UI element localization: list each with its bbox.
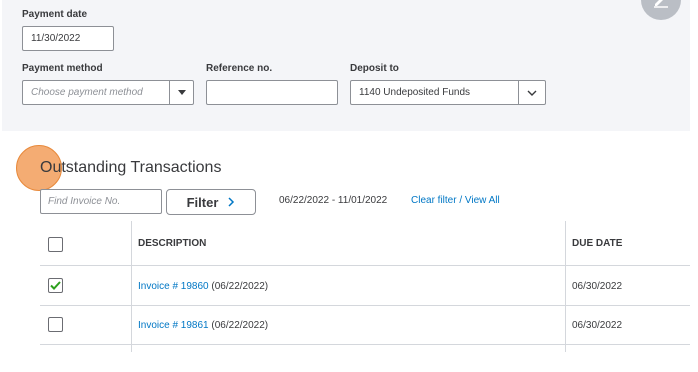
invoice-link[interactable]: Invoice # 19860: [138, 281, 209, 292]
payment-header-panel: [2, 0, 690, 131]
payment-method-dropdown-button[interactable]: [169, 81, 193, 104]
filter-button-label: Filter: [186, 194, 219, 210]
row-description: Invoice # 19861 (06/22/2022): [138, 306, 268, 345]
row-checkbox-checked[interactable]: [48, 278, 63, 293]
table-row: Invoice # 19860 (06/22/2022) 06/30/2022: [40, 266, 690, 306]
caret-down-icon: [177, 90, 186, 95]
payment-date-input[interactable]: 11/30/2022: [22, 26, 114, 51]
payment-date-label: Payment date: [22, 9, 88, 20]
select-all-checkbox[interactable]: [48, 237, 63, 252]
chevron-right-icon: [228, 197, 235, 207]
deposit-to-select[interactable]: 1140 Undeposited Funds: [350, 80, 546, 105]
row-checkbox[interactable]: [48, 317, 63, 332]
invoice-link[interactable]: Invoice # 19861: [138, 320, 209, 331]
find-invoice-placeholder: Find Invoice No.: [48, 196, 121, 207]
payment-method-placeholder: Choose payment method: [31, 87, 143, 98]
deposit-to-label: Deposit to: [350, 63, 399, 74]
payment-method-select[interactable]: Choose payment method: [22, 80, 194, 105]
row-due-date: 06/30/2022: [572, 280, 623, 292]
payment-date-value: 11/30/2022: [31, 33, 81, 44]
page-bottom-fade: [0, 352, 698, 372]
date-range-text: 06/22/2022 - 11/01/2022: [279, 195, 388, 206]
payment-method-label: Payment method: [22, 63, 103, 74]
due-date-header[interactable]: DUE DATE: [572, 221, 622, 266]
invoice-date: (06/22/2022): [208, 280, 269, 292]
row-description: Invoice # 19860 (06/22/2022): [138, 266, 268, 306]
filter-button[interactable]: Filter: [166, 189, 256, 215]
deposit-to-dropdown-button[interactable]: [518, 81, 545, 104]
reference-no-label: Reference no.: [206, 63, 273, 74]
checkmark-icon: [50, 281, 61, 290]
outstanding-transactions-title: Outstanding Transactions: [40, 159, 222, 176]
deposit-to-value: 1140 Undeposited Funds: [359, 87, 471, 98]
outstanding-transactions-table: DESCRIPTION DUE DATE Invoice # 19860 (06…: [40, 221, 690, 372]
find-invoice-input[interactable]: Find Invoice No.: [40, 189, 162, 214]
reference-no-input[interactable]: [206, 80, 338, 105]
row-due-date: 06/30/2022: [572, 320, 623, 331]
invoice-date: (06/22/2022): [208, 320, 269, 331]
table-row: Invoice # 19861 (06/22/2022) 06/30/2022: [40, 306, 690, 345]
clear-filter-link[interactable]: Clear filter / View All: [411, 195, 500, 206]
chevron-down-icon: [527, 90, 537, 96]
table-header-row: DESCRIPTION DUE DATE: [40, 221, 690, 266]
description-header[interactable]: DESCRIPTION: [138, 221, 206, 266]
